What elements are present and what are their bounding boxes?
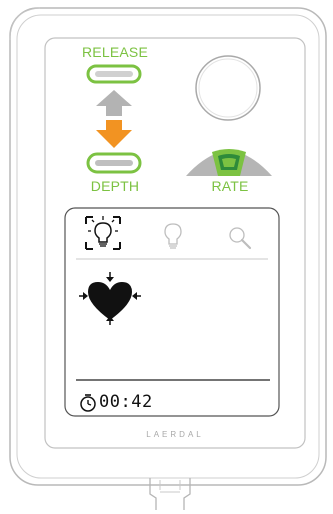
rate-label: RATE: [211, 178, 249, 194]
release-indicator: [86, 64, 142, 84]
tab-search[interactable]: [226, 224, 254, 252]
stopwatch-icon: [80, 394, 96, 412]
lightbulb-outline-icon: [164, 223, 182, 249]
brand-logo: LAERDAL: [146, 430, 204, 439]
release-label: RELEASE: [82, 44, 148, 60]
heart-compression-icon: [79, 272, 141, 325]
tab-feedback[interactable]: [82, 213, 124, 253]
arrow-up-icon: [96, 90, 132, 116]
depth-label: DEPTH: [90, 178, 140, 194]
timer-readout: 00:42: [99, 392, 153, 412]
magnifier-icon: [229, 227, 252, 250]
lightbulb-icon: [85, 216, 121, 250]
arrow-down-icon: [96, 120, 132, 148]
tab-debrief[interactable]: [160, 222, 186, 252]
rate-gauge-icon: [186, 149, 272, 176]
depth-indicator: [86, 152, 142, 174]
main-round-button[interactable]: [192, 52, 264, 124]
